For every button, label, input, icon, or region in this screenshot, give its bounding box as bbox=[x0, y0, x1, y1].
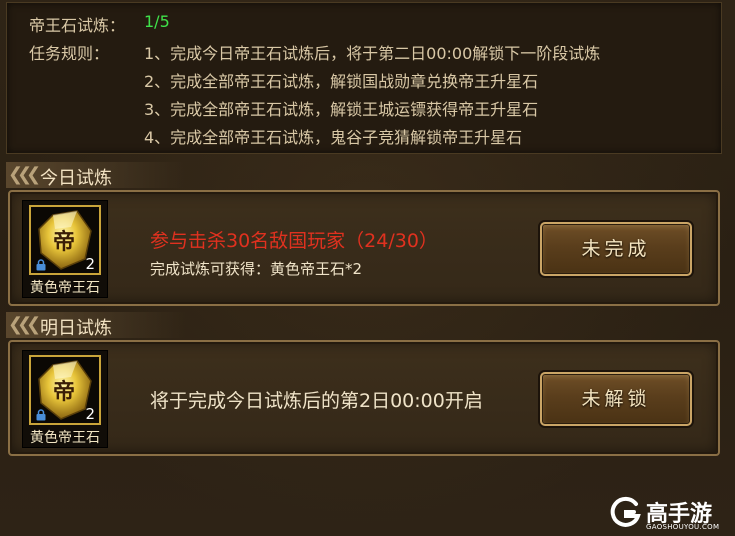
progress-label: 帝王石试炼： bbox=[29, 16, 126, 35]
section-header-today: ❮❮❮ 今日试炼 bbox=[6, 162, 186, 189]
progress-value: 1/5 bbox=[144, 12, 170, 31]
item-count: 2 bbox=[85, 255, 95, 273]
locked-button[interactable]: 未解锁 bbox=[540, 372, 692, 426]
item-icon-frame: 帝 2 bbox=[29, 205, 101, 275]
lock-icon bbox=[36, 409, 46, 421]
brand-logo-icon bbox=[610, 496, 641, 527]
lock-icon bbox=[36, 259, 46, 271]
chevron-left-icon: ❮❮❮ bbox=[8, 314, 41, 335]
watermark-logo: 高手游 GAOSHOUYOU.COM bbox=[608, 496, 735, 536]
section-title-today: 今日试炼 bbox=[40, 168, 112, 189]
item-count: 2 bbox=[85, 405, 95, 423]
rule-item-2: 2、完成全部帝王石试炼，解锁国战勋章兑换帝王升星石 bbox=[144, 72, 539, 91]
brand-domain: GAOSHOUYOU.COM bbox=[646, 523, 720, 531]
item-icon-frame: 帝 2 bbox=[29, 355, 101, 425]
rule-item-1: 1、完成今日帝王石试炼后，将于第二日00:00解锁下一阶段试炼 bbox=[144, 44, 601, 63]
item-name: 黄色帝王石 bbox=[30, 280, 100, 296]
svg-text:帝: 帝 bbox=[53, 229, 75, 255]
trial-row-today: 帝 2 黄色帝王石 参与击杀30名敌国玩家（24/30） 完成试炼可获得：黄色帝… bbox=[8, 190, 720, 306]
rules-label: 任务规则： bbox=[29, 44, 110, 63]
task-description: 参与击杀30名敌国玩家（24/30） bbox=[150, 230, 438, 252]
reward-text: 完成试炼可获得：黄色帝王石*2 bbox=[150, 260, 363, 278]
section-header-tomorrow: ❮❮❮ 明日试炼 bbox=[6, 312, 186, 339]
section-title-tomorrow: 明日试炼 bbox=[40, 318, 112, 339]
svg-text:帝: 帝 bbox=[53, 379, 75, 405]
item-slot[interactable]: 帝 2 黄色帝王石 bbox=[22, 350, 108, 448]
item-slot[interactable]: 帝 2 黄色帝王石 bbox=[22, 200, 108, 298]
chevron-left-icon: ❮❮❮ bbox=[8, 164, 41, 185]
rules-panel: 帝王石试炼： 1/5 任务规则： 1、完成今日帝王石试炼后，将于第二日00:00… bbox=[6, 2, 722, 154]
rule-item-3: 3、完成全部帝王石试炼，解锁王城运镖获得帝王升星石 bbox=[144, 100, 539, 119]
trial-row-tomorrow: 帝 2 黄色帝王石 将于完成今日试炼后的第2日00:00开启 未解锁 bbox=[8, 340, 720, 456]
task-description: 将于完成今日试炼后的第2日00:00开启 bbox=[150, 390, 483, 412]
item-name: 黄色帝王石 bbox=[30, 430, 100, 446]
incomplete-button[interactable]: 未完成 bbox=[540, 222, 692, 276]
rule-item-4: 4、完成全部帝王石试炼，鬼谷子竞猜解锁帝王升星石 bbox=[144, 128, 523, 147]
